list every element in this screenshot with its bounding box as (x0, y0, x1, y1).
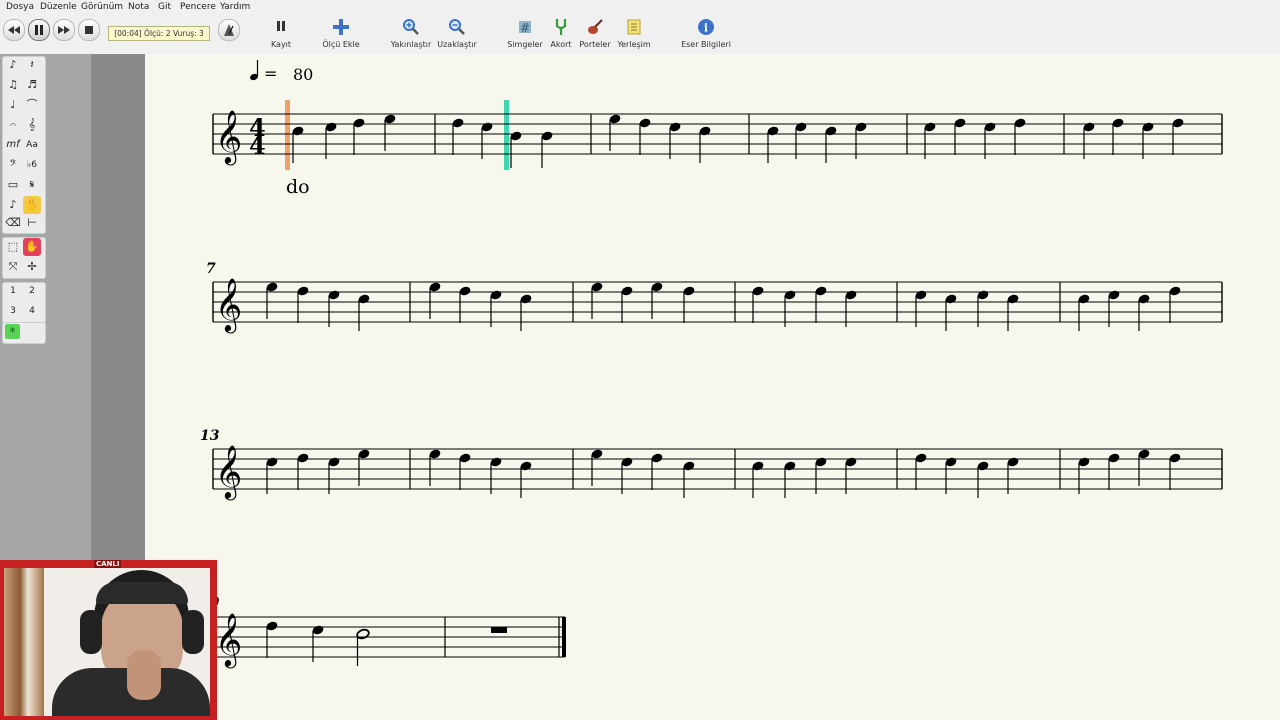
segno-icon[interactable]: 𝄋 (23, 176, 41, 194)
pen-icon[interactable]: ♪ (4, 196, 22, 214)
beamed-notes-icon[interactable]: ♫ (4, 76, 22, 94)
selection-cursor (504, 100, 509, 170)
treble-clef-icon[interactable]: 𝄞 (23, 116, 41, 134)
zoom-out-icon (449, 19, 465, 35)
eraser-icon[interactable]: ⌫ (4, 214, 22, 232)
webcam-label: CANLI (94, 560, 122, 568)
toolbar: [00:04] Ölçü: 2 Vuruş: 3 Kayıt Ölçü Ekle… (0, 14, 1280, 55)
score-canvas[interactable]: = 80 4 4 do 7 13 19 𝄞𝄞𝄞𝄞 (145, 54, 1280, 720)
triplet-icon[interactable]: ♬ (23, 76, 41, 94)
eighth-note-icon[interactable]: ♪ (4, 56, 22, 74)
tempo-mark: = (250, 60, 277, 83)
tuning-fork-icon (555, 19, 567, 35)
rewind-button[interactable] (3, 19, 25, 41)
lyric: do (286, 176, 310, 198)
webcam-overlay: CANLI (0, 560, 217, 720)
menu-item-pencere[interactable]: Pencere (180, 2, 216, 12)
key-time-icon[interactable]: ♭6 (23, 156, 41, 174)
tool-label: Uzaklaştır (437, 40, 477, 49)
insert-icon[interactable]: ⊢ (23, 214, 41, 232)
tool-label: Eser Bilgileri (681, 40, 731, 49)
time-signature-bottom: 4 (249, 131, 266, 160)
menu-item-git[interactable]: Git (158, 2, 171, 12)
measure-number: 13 (200, 428, 220, 444)
transform-icon[interactable]: ✢ (23, 258, 41, 276)
plus-icon (333, 19, 349, 35)
info-icon: i (698, 19, 714, 35)
pause-icon (277, 21, 285, 31)
staves: 𝄞 𝄞 𝄞 𝄞 (212, 109, 1223, 668)
voice-1-button[interactable]: 1 (4, 282, 22, 300)
stop-icon (85, 26, 93, 34)
symbols-icon: # (519, 21, 531, 35)
tempo-value: 80 (293, 65, 313, 84)
hand-tool-icon[interactable]: ✋ (23, 196, 41, 214)
svg-text:*: * (10, 325, 16, 339)
treble-clef-icon: 𝄞 (215, 444, 242, 500)
play-pause-button[interactable] (28, 19, 50, 41)
menu-bar: Dosya Düzenle Görünüm Nota Git Pencere Y… (0, 0, 1280, 14)
treble-clef-icon: 𝄞 (215, 612, 242, 668)
violin-icon (588, 19, 603, 34)
stop-button[interactable] (78, 19, 100, 41)
voice-4-button[interactable]: 4 (23, 302, 41, 320)
asterisk-icon: * (10, 325, 16, 339)
staff-icon[interactable]: ▭ (4, 176, 22, 194)
rest-icon[interactable]: 𝄽 (23, 56, 41, 74)
menu-item-dosya[interactable]: Dosya (6, 2, 34, 12)
select-rect-icon[interactable]: ⬚ (4, 238, 22, 256)
measure-number: 7 (206, 261, 216, 277)
svg-text:i: i (704, 22, 708, 35)
tool-label: Ölçü Ekle (322, 40, 360, 49)
menu-item-duzenle[interactable]: Düzenle (40, 2, 77, 12)
voice-2-button[interactable]: 2 (23, 282, 41, 300)
final-barline (562, 617, 566, 657)
score-svg: = 80 4 4 do 7 13 19 𝄞𝄞𝄞𝄞 (200, 60, 1223, 668)
score-margin (91, 54, 145, 560)
treble-clef-icon: 𝄞 (215, 277, 242, 333)
voice-3-button[interactable]: 3 (4, 302, 22, 320)
move-icon[interactable]: ⤧ (4, 258, 22, 276)
all-voices-button[interactable]: * (5, 324, 20, 339)
layout-icon (627, 19, 641, 35)
pause-icon (35, 25, 43, 35)
menu-item-nota[interactable]: Nota (128, 2, 149, 12)
svg-text:=: = (264, 64, 277, 83)
text-icon[interactable]: Aa (23, 136, 41, 154)
fast-forward-button[interactable] (53, 19, 75, 41)
rewind-icon (8, 26, 20, 34)
playback-status: [00:04] Ölçü: 2 Vuruş: 3 (108, 26, 210, 41)
dynamics-icon[interactable]: mf (4, 136, 22, 154)
treble-clef-icon: 𝄞 (215, 109, 242, 165)
zoom-in-icon (403, 19, 419, 35)
fast-forward-icon (58, 26, 70, 34)
playback-cursor (285, 100, 290, 170)
menu-item-gorunum[interactable]: Görünüm (81, 2, 123, 12)
webcam-video (4, 568, 210, 716)
bass-clef-icon[interactable]: 𝄢 (4, 156, 22, 174)
svg-text:#: # (520, 21, 530, 35)
tool-label: Kayıt (270, 40, 292, 49)
fermata-icon[interactable]: 𝄐 (4, 116, 22, 134)
metronome-icon (224, 24, 234, 36)
tie-icon[interactable]: ⌒ (23, 96, 41, 114)
tool-label: Yerleşim (617, 40, 651, 49)
metronome-button[interactable] (218, 19, 240, 41)
tool-palette: ♪ ♫ ♩ 𝄐 mf 𝄢 ▭ ♪ ⌫ ⬚ ⤧ 1 3 𝄽 ♬ ⌒ 𝄞 Aa ♭6… (0, 54, 91, 560)
menu-item-yardim[interactable]: Yardım (220, 2, 250, 12)
grab-icon[interactable]: ✋ (23, 238, 41, 256)
whole-rest (491, 627, 507, 633)
grace-note-icon[interactable]: ♩ (4, 96, 22, 114)
